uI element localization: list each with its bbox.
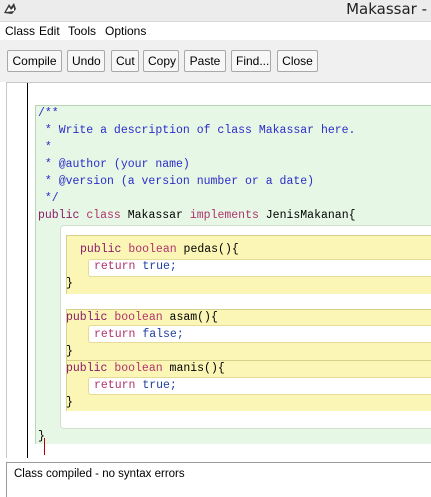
keyword-boolean: boolean: [107, 311, 163, 324]
method-signature-manis: public boolean manis(){: [66, 360, 225, 377]
keyword-return: return: [94, 328, 136, 341]
return-value: false;: [135, 328, 184, 341]
keyword-implements: implements: [189, 209, 259, 222]
copy-button[interactable]: Copy: [143, 50, 179, 72]
method-signature-pedas: public boolean pedas(){: [80, 241, 239, 258]
code-editor[interactable]: /** * Write a description of class Makas…: [6, 82, 431, 458]
keyword-public: public: [66, 311, 108, 324]
keyword-public: public: [66, 362, 108, 375]
code-comment-line: * @version (a version number or a date): [38, 175, 315, 188]
return-line-asam: return false;: [94, 326, 184, 343]
method-name: manis(){: [162, 362, 225, 375]
keyword-public: public: [38, 209, 80, 222]
keyword-class: class: [79, 209, 121, 222]
status-bar: Class compiled - no syntax errors: [6, 462, 431, 497]
menu-bar: Class Edit Tools Options: [0, 22, 431, 40]
return-value: true;: [135, 260, 177, 273]
method-close-brace: }: [66, 396, 73, 409]
keyword-return: return: [94, 260, 136, 273]
method-signature-asam: public boolean asam(){: [66, 309, 218, 326]
title-bar: Makassar -: [0, 0, 431, 22]
return-line-manis: return true;: [94, 377, 177, 394]
bluej-app-icon[interactable]: [2, 1, 18, 17]
keyword-return: return: [94, 379, 136, 392]
code-comment-line: */: [38, 192, 59, 205]
code-comment-line: * @author (your name): [38, 158, 190, 171]
line-gutter[interactable]: [7, 83, 28, 458]
code-comment-line: *: [38, 141, 52, 154]
menu-tools[interactable]: Tools: [68, 24, 96, 38]
cut-button[interactable]: Cut: [111, 50, 139, 72]
method-name: pedas(){: [176, 243, 239, 256]
class-declaration-line: public class Makassar implements JenisMa…: [38, 207, 356, 224]
menu-options[interactable]: Options: [105, 24, 146, 38]
code-comment-line: /**: [38, 107, 59, 120]
toolbar: Compile Undo Cut Copy Paste Find... Clos…: [0, 40, 431, 82]
keyword-public: public: [80, 243, 122, 256]
text-cursor: [44, 438, 45, 455]
menu-class[interactable]: Class: [5, 24, 35, 38]
keyword-boolean: boolean: [121, 243, 177, 256]
menu-edit[interactable]: Edit: [39, 24, 60, 38]
keyword-boolean: boolean: [107, 362, 163, 375]
return-value: true;: [135, 379, 177, 392]
close-button[interactable]: Close: [277, 50, 318, 72]
compile-button[interactable]: Compile: [7, 50, 62, 72]
status-message: Class compiled - no syntax errors: [14, 468, 185, 480]
class-name: Makassar: [120, 209, 190, 222]
interface-name: JenisMakanan{: [258, 209, 356, 222]
return-line-pedas: return true;: [94, 258, 177, 275]
code-comment-line: * Write a description of class Makassar …: [38, 124, 356, 137]
method-name: asam(){: [162, 311, 218, 324]
paste-button[interactable]: Paste: [184, 50, 226, 72]
method-close-brace: }: [66, 345, 73, 358]
window-title: Makassar -: [346, 0, 427, 18]
method-close-brace: }: [66, 277, 73, 290]
find-button[interactable]: Find...: [231, 50, 271, 72]
undo-button[interactable]: Undo: [67, 50, 105, 72]
